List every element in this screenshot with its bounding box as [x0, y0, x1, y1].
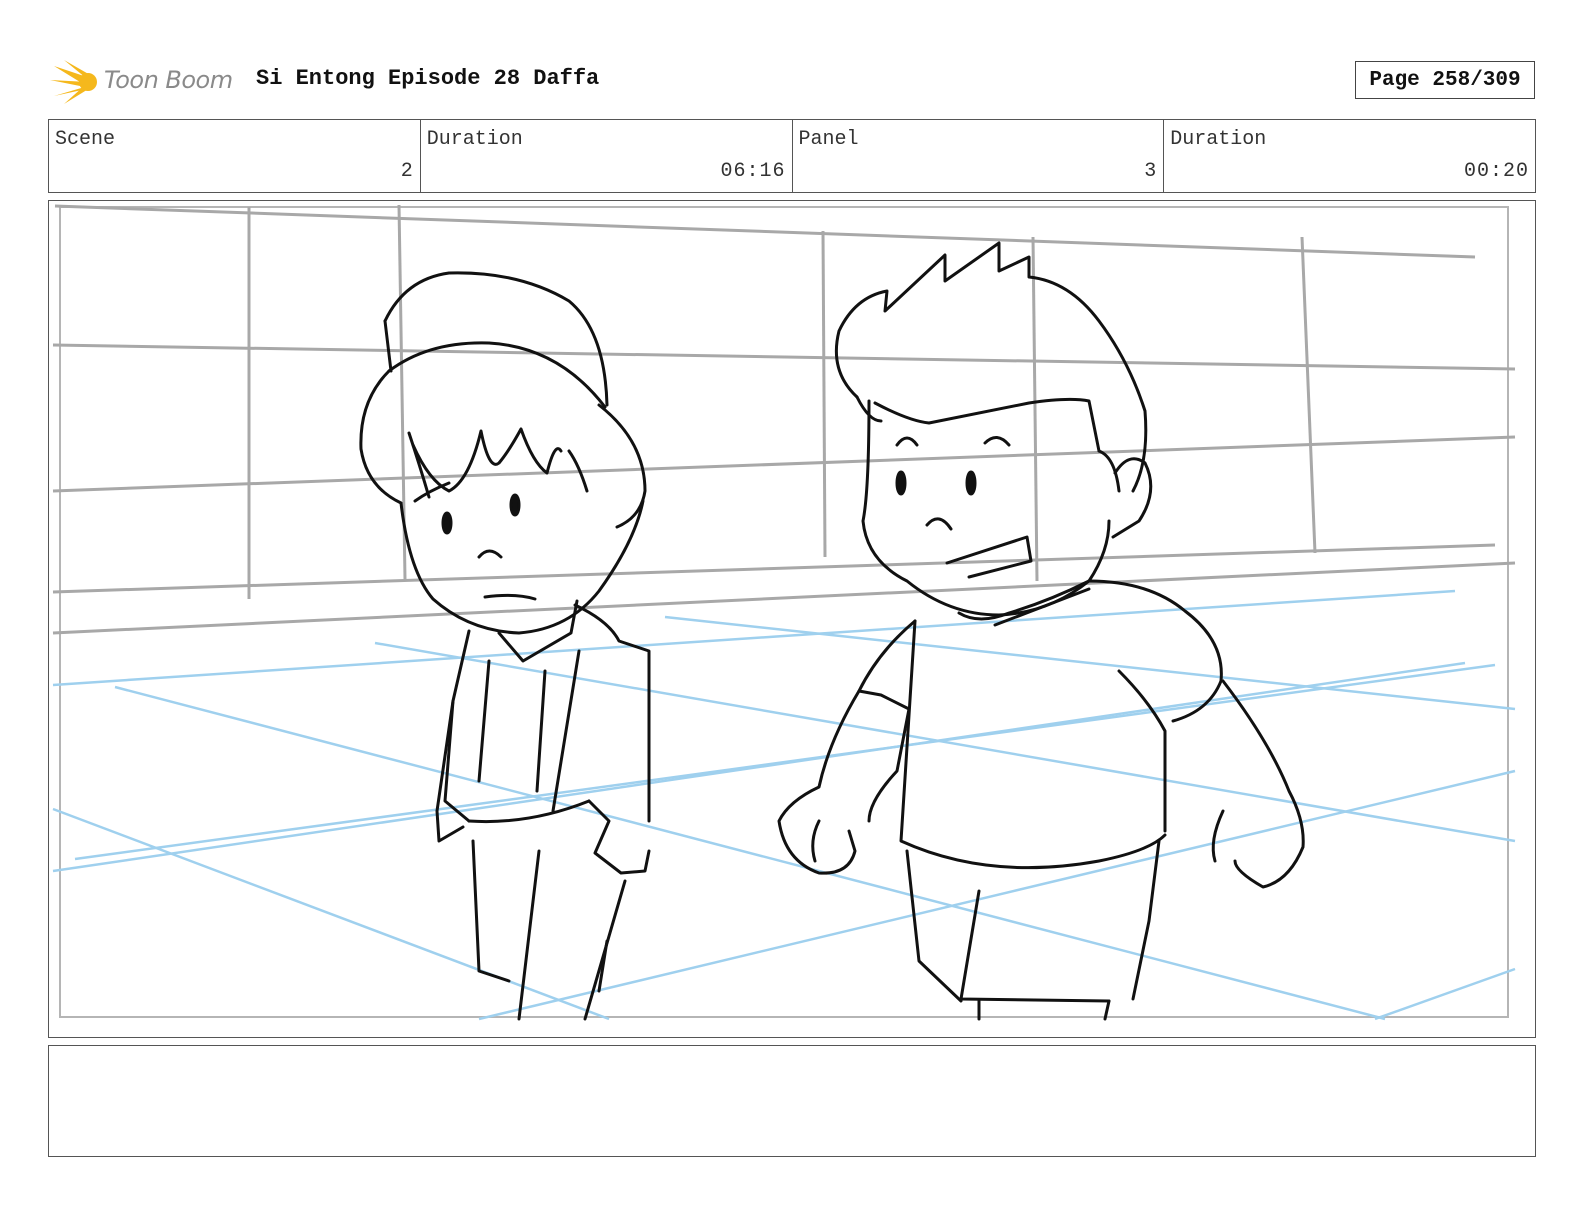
panel-duration-value: 00:20 [1463, 160, 1529, 183]
document-title: Si Entong Episode 28 Daffa [256, 66, 600, 91]
scene-duration-cell: Duration 06:16 [421, 120, 793, 192]
page-number: Page 258/309 [1355, 61, 1535, 99]
panel-duration-label: Duration [1170, 128, 1267, 151]
panel-duration-cell: Duration 00:20 [1164, 120, 1535, 192]
panel-value: 3 [1144, 160, 1158, 183]
logo-text: Toon Boom [104, 66, 233, 94]
scene-value: 2 [400, 160, 414, 183]
panel-label: Panel [798, 128, 859, 151]
scene-duration-label: Duration [426, 128, 523, 151]
scene-duration-value: 06:16 [720, 160, 786, 183]
storyboard-panel [48, 200, 1536, 1038]
notes-box [48, 1045, 1536, 1157]
scene-cell: Scene 2 [49, 120, 421, 192]
storyboard-page: Toon Boom Si Entong Episode 28 Daffa Pag… [0, 0, 1584, 1224]
panel-cell: Panel 3 [793, 120, 1165, 192]
gray-wall-guides [52, 204, 1516, 635]
scene-label: Scene [55, 128, 116, 151]
scene-info-table: Scene 2 Duration 06:16 Panel 3 Duration … [48, 119, 1536, 193]
panel-sketch [52, 204, 1516, 1021]
character-left [359, 271, 651, 1021]
